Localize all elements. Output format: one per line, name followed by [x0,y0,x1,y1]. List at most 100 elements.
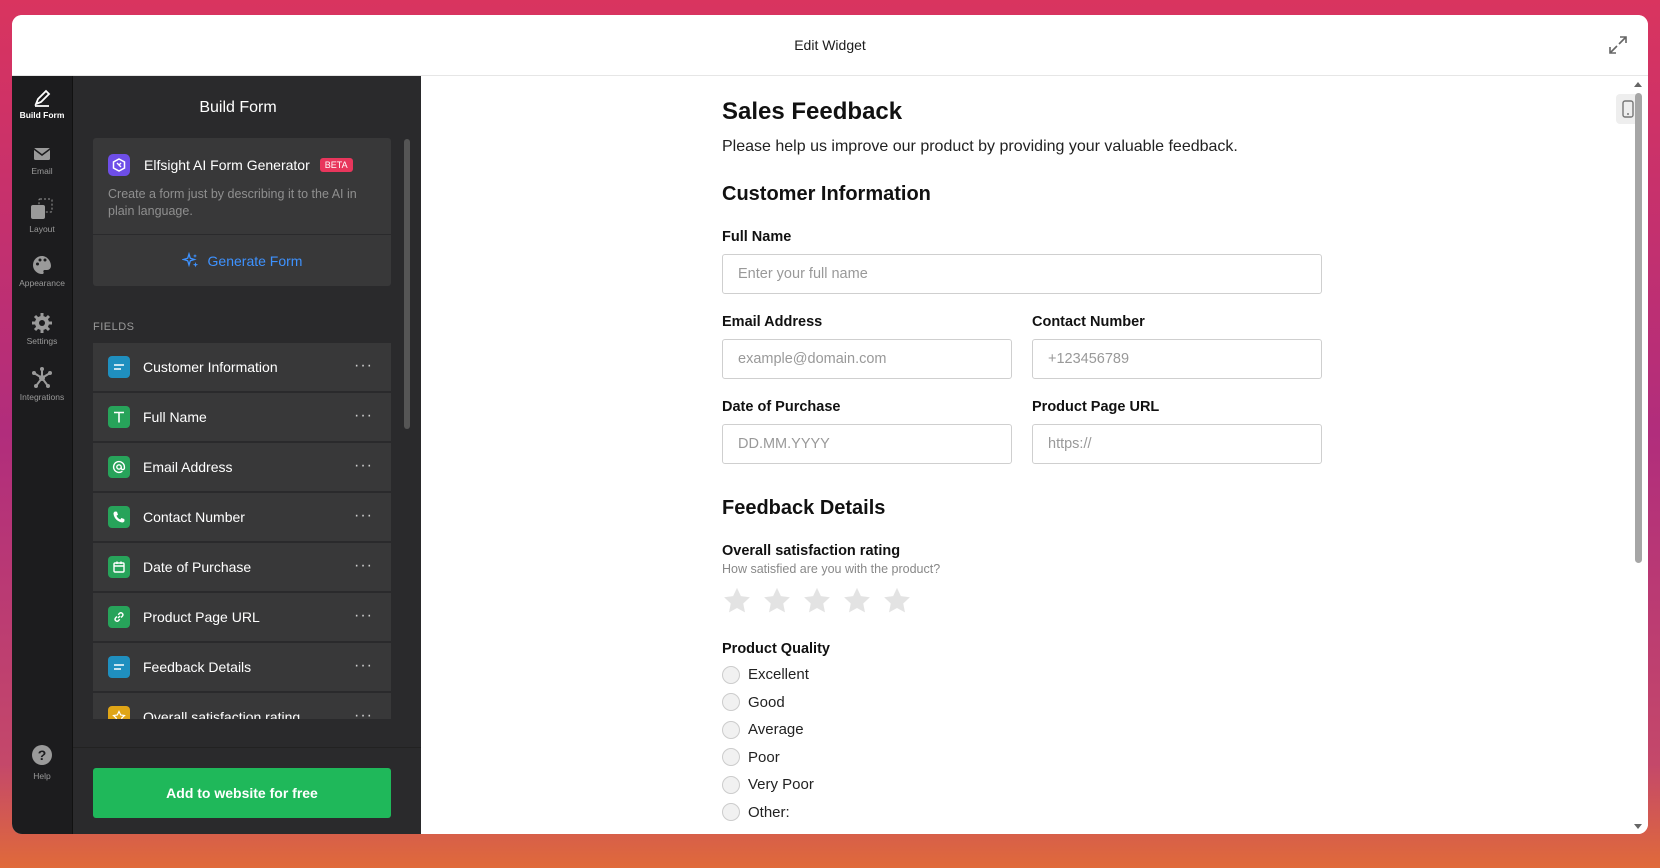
sparkle-icon [181,252,198,268]
rating-star-icon[interactable] [762,586,792,616]
field-row-overall-satisfaction-rating[interactable]: Overall satisfaction rating ··· [93,693,391,719]
form-description: Please help us improve our product by pr… [722,138,1238,155]
icon-rail: Build Form Email Layout Appearance Setti… [12,76,72,834]
email-label: Email Address [722,314,823,330]
rail-label: Appearance [19,278,65,288]
more-options-icon[interactable]: ··· [354,457,373,475]
more-options-icon[interactable]: ··· [354,407,373,425]
rail-layout[interactable]: Layout [12,196,72,234]
ai-generator-card: Elfsight AI Form Generator BETA Create a… [93,138,391,286]
panel-footer: Add to website for free [73,747,421,834]
field-name: Full Name [143,409,207,425]
field-row-email-address[interactable]: Email Address ··· [93,443,391,493]
radio-option[interactable]: Excellent [722,661,1322,689]
expand-icon[interactable] [1606,33,1630,57]
beta-badge: BETA [319,158,353,172]
rating-star-icon[interactable] [722,586,752,616]
star-rating [722,586,1322,616]
rail-email[interactable]: Email [12,144,72,176]
window-header: Edit Widget [12,15,1648,76]
field-name: Feedback Details [143,659,252,675]
window-title: Edit Widget [794,37,866,53]
more-options-icon[interactable]: ··· [354,657,373,675]
radio-option[interactable]: Average [722,716,1322,744]
scrollbar-thumb[interactable] [1635,93,1642,563]
field-row-customer-information[interactable]: Customer Information ··· [93,343,391,393]
field-row-feedback-details[interactable]: Feedback Details ··· [93,643,391,693]
section-customer-information: Customer Information [722,183,931,205]
rail-settings[interactable]: Settings [12,312,72,346]
field-row-contact-number[interactable]: Contact Number ··· [93,493,391,543]
heading-icon [108,356,130,378]
link-icon [108,606,130,628]
scroll-down-arrow-icon[interactable] [1632,822,1644,832]
email-input[interactable]: example@domain.com [722,339,1012,379]
more-options-icon[interactable]: ··· [354,357,373,375]
rail-help[interactable]: ? Help [12,744,72,781]
form-preview: Sales Feedback Please help us improve ou… [421,76,1648,834]
rail-appearance[interactable]: Appearance [12,254,72,288]
ai-generator-description: Create a form just by describing it to t… [108,187,357,218]
mail-icon [33,148,51,160]
rail-label: Build Form [19,110,65,120]
radio-label: Average [748,721,804,739]
edit-widget-window: Edit Widget Build Form Email Layout Appe… [12,15,1648,834]
field-name: Product Page URL [143,609,260,625]
radio-label: Poor [748,748,780,766]
more-options-icon[interactable]: ··· [354,507,373,525]
rating-star-icon[interactable] [842,586,872,616]
radio-label: Other: [748,803,790,821]
add-to-website-button[interactable]: Add to website for free [93,768,391,818]
radio-option[interactable]: Very Poor [722,771,1322,799]
radio-option[interactable]: Good [722,689,1322,717]
radio-label: Good [748,693,785,711]
integrations-icon [32,367,52,388]
more-options-icon[interactable]: ··· [354,607,373,625]
ai-logo-icon [108,154,130,176]
rating-hint: How satisfied are you with the product? [722,562,941,576]
radio-option[interactable]: Poor [722,744,1322,772]
field-name: Date of Purchase [143,559,252,575]
heading-icon [108,656,130,678]
more-options-icon[interactable]: ··· [354,557,373,575]
product-quality-options: Excellent Good Average Poor Very Poor Ot… [722,661,1322,826]
full-name-label: Full Name [722,229,792,245]
rail-build-form[interactable]: Build Form [12,88,72,120]
panel-scrollbar[interactable] [404,139,410,429]
more-options-icon[interactable]: ··· [354,707,373,719]
preview-scrollbar[interactable] [1632,79,1644,832]
field-name: Overall satisfaction rating [143,709,301,719]
svg-text:?: ? [38,747,47,763]
date-of-purchase-input[interactable]: DD.MM.YYYY [722,424,1012,464]
rail-label: Settings [26,336,58,346]
fields-list: Customer Information ··· Full Name ··· E… [93,343,391,719]
field-name: Customer Information [143,359,278,375]
field-row-full-name[interactable]: Full Name ··· [93,393,391,443]
field-row-product-page-url[interactable]: Product Page URL ··· [93,593,391,643]
product-page-url-label: Product Page URL [1032,399,1160,415]
form-canvas: Sales Feedback Please help us improve ou… [722,98,1322,826]
rail-label: Layout [29,224,55,234]
contact-number-input[interactable]: +123456789 [1032,339,1322,379]
form-title: Sales Feedback [722,98,903,125]
rating-star-icon[interactable] [882,586,912,616]
product-page-url-input[interactable]: https:// [1032,424,1322,464]
date-of-purchase-label: Date of Purchase [722,399,841,415]
product-quality-label: Product Quality [722,641,830,657]
contact-number-label: Contact Number [1032,314,1145,330]
generate-form-button[interactable]: Generate Form [93,236,391,286]
fields-section-label: FIELDS [93,321,135,333]
rating-star-icon[interactable] [802,586,832,616]
field-name: Email Address [143,459,233,475]
radio-label: Very Poor [748,776,814,794]
field-name: Contact Number [143,509,245,525]
field-row-date-of-purchase[interactable]: Date of Purchase ··· [93,543,391,593]
scroll-up-arrow-icon[interactable] [1632,79,1644,89]
radio-option[interactable]: Other: [722,799,1322,827]
section-feedback-details: Feedback Details [722,497,886,519]
full-name-input[interactable]: Enter your full name [722,254,1322,294]
gear-icon [32,313,52,333]
rail-label: Help [33,771,51,781]
rail-integrations[interactable]: Integrations [12,366,72,402]
rail-label: Integrations [19,392,65,402]
